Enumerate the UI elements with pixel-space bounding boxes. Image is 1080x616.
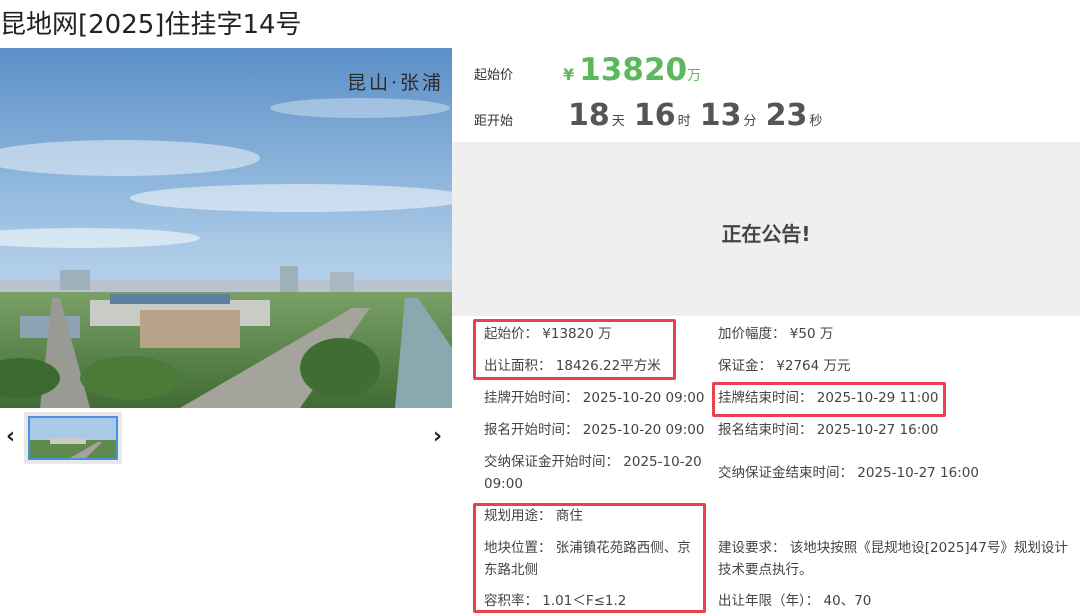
detail-listing-start: 挂牌开始时间： 2025-10-20 09:00: [484, 390, 705, 406]
detail-location: 地块位置： 张浦镇花苑路西侧、京 东路北侧: [484, 537, 691, 581]
photo-caption: 昆山·张浦: [346, 72, 444, 94]
detail-area: 出让面积： 18426.22平方米: [484, 358, 661, 374]
detail-deposit-pay-end: 交纳保证金结束时间： 2025-10-27 16:00: [718, 465, 979, 481]
location-line2: 东路北侧: [484, 562, 538, 578]
chevron-right-icon[interactable]: ›: [433, 424, 442, 449]
detail-build-requirement: 建设要求： 该地块按照《昆规地设[2025]47号》规划设计 技术要点执行。: [718, 537, 1068, 581]
detail-listing-end: 挂牌结束时间： 2025-10-29 11:00: [718, 390, 939, 406]
detail-lease-term: 出让年限（年）： 40、70: [718, 593, 872, 609]
detail-increment: 加价幅度： ¥50 万: [718, 326, 834, 342]
detail-registration-end: 报名结束时间： 2025-10-27 16:00: [718, 422, 939, 438]
page-title: 昆地网[2025]住挂字14号: [0, 10, 302, 40]
notice-panel: 正在公告!: [452, 142, 1080, 316]
detail-floor-area-ratio: 容积率： 1.01＜F≤1.2: [484, 593, 627, 609]
detail-planned-use: 规划用途： 商住: [484, 508, 583, 524]
build-requirement-line1: 建设要求： 该地块按照《昆规地设[2025]47号》规划设计: [718, 540, 1068, 556]
start-price: ¥ 13820万: [563, 52, 701, 88]
countdown-timer: 18 天 16 时 13 分 23 秒: [568, 98, 826, 133]
build-requirement-line2: 技术要点执行。: [718, 562, 813, 578]
days-unit: 天: [611, 114, 625, 129]
hours-unit: 时: [677, 114, 691, 129]
detail-registration-start: 报名开始时间： 2025-10-20 09:00: [484, 422, 705, 438]
notice-status: 正在公告!: [721, 222, 811, 246]
land-photo: 昆山·张浦: [0, 48, 452, 408]
deposit-pay-start-line2: 09:00: [484, 476, 523, 492]
price-value: 13820: [579, 52, 688, 88]
location-line1: 地块位置： 张浦镇花苑路西侧、京: [484, 540, 691, 556]
countdown-seconds: 23: [765, 98, 808, 133]
chevron-left-icon[interactable]: ‹: [6, 424, 15, 449]
detail-deposit: 保证金： ¥2764 万元: [718, 358, 851, 374]
countdown-days: 18: [568, 98, 610, 133]
countdown-hours: 16: [633, 98, 676, 133]
price-unit: 万: [687, 68, 702, 84]
countdown-label: 距开始: [474, 114, 514, 129]
minutes-unit: 分: [743, 114, 757, 129]
detail-start-price: 起始价： ¥13820 万: [484, 326, 612, 342]
detail-deposit-pay-start: 交纳保证金开始时间： 2025-10-20 09:00: [484, 451, 702, 495]
currency-symbol: ¥: [563, 65, 575, 84]
deposit-pay-start-line1: 交纳保证金开始时间： 2025-10-20: [484, 454, 702, 470]
seconds-unit: 秒: [809, 114, 823, 129]
thumbnail-strip: ‹ ›: [0, 412, 452, 464]
start-price-label: 起始价: [474, 68, 514, 83]
thumbnail[interactable]: [24, 412, 122, 464]
countdown-minutes: 13: [699, 98, 742, 133]
